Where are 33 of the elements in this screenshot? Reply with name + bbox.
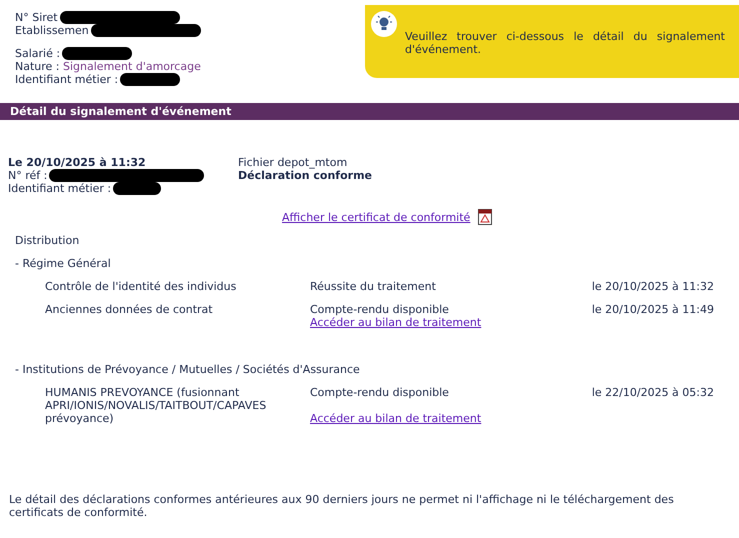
field-label: Identifiant métier : xyxy=(15,73,118,86)
nature-value: Signalement d'amorcage xyxy=(63,60,201,73)
footer-note: Le détail des déclarations conformes antérieures aux 90 derniers jours ne permet ni l'affichage ni le téléchargement des certificats de conformité. xyxy=(9,493,675,519)
declaration-status: Déclaration conforme xyxy=(238,169,372,182)
group-title: - Régime Général xyxy=(14,256,112,270)
redaction-mark xyxy=(120,73,180,86)
lightbulb-icon xyxy=(371,11,397,37)
distribution-title: Distribution xyxy=(14,233,80,247)
processing-date: le 20/10/2025 à 11:49 xyxy=(590,303,714,318)
report-link[interactable]: Accéder au bilan de traitement xyxy=(310,412,482,425)
organism-name: HUMANIS PREVOYANCE (fusionnant APRI/IONIS/NOVALIS/TAITBOUT/CAPAVES prévoyance) xyxy=(45,386,268,425)
field-label: N° réf : xyxy=(8,169,48,182)
redaction-mark xyxy=(62,47,132,60)
field-label: Salarié : xyxy=(15,47,60,60)
field-label: Etablissemen xyxy=(15,24,89,37)
processing-status: Compte-rendu disponible xyxy=(310,386,449,399)
field-label: Identifiant métier : xyxy=(8,182,112,195)
notice-text: Veuillez trouver ci-dessous le détail du signalement d'événement. xyxy=(405,30,725,56)
processing-status: Réussite du traitement xyxy=(310,280,436,293)
organism-name: Contrôle de l'identité des individus xyxy=(45,280,238,293)
organism-name: Anciennes données de contrat xyxy=(45,303,214,318)
report-link[interactable]: Accéder au bilan de traitement xyxy=(310,316,482,329)
group-title: - Institutions de Prévoyance / Mutuelles / Sociétés d'Assurance xyxy=(14,362,361,376)
processing-date: le 20/10/2025 à 11:32 xyxy=(590,280,714,293)
field-label: N° Siret xyxy=(15,11,58,24)
section-header: Détail du signalement d'événement xyxy=(0,103,739,120)
field-label: Nature : xyxy=(15,60,60,73)
certificate-link[interactable]: Afficher le certificat de conformité xyxy=(282,211,470,224)
pdf-icon[interactable] xyxy=(478,209,492,225)
declaration-date: Le 20/10/2025 à 11:32 xyxy=(8,156,147,169)
file-name: Fichier depot_mtom xyxy=(238,156,348,169)
processing-date: le 22/10/2025 à 05:32 xyxy=(590,386,714,401)
processing-status: Compte-rendu disponible xyxy=(310,303,449,316)
